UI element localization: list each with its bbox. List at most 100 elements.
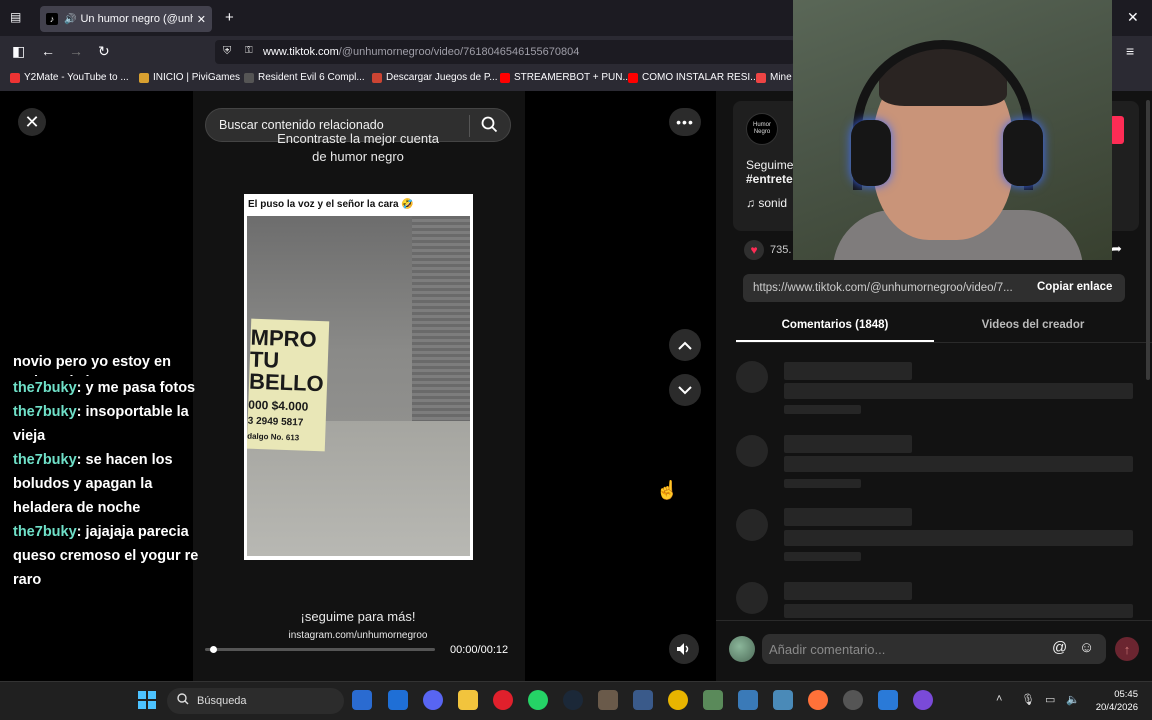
search-placeholder: Buscar contenido relacionado	[219, 118, 384, 132]
shield-icon: ⛨	[223, 45, 232, 57]
video-caption-top: Encontraste la mejor cuenta	[277, 131, 439, 146]
skeleton-line	[784, 456, 1133, 472]
volume-button[interactable]	[669, 634, 699, 664]
bookmark-label: Resident Evil 6 Compl...	[258, 72, 365, 83]
speaker-icon[interactable]: 🔈	[1066, 693, 1080, 706]
app-icon[interactable]	[598, 690, 618, 710]
search-icon[interactable]	[481, 116, 498, 136]
tab-comments[interactable]: Comentarios (1848)	[736, 319, 934, 331]
more-options-button[interactable]: •••	[669, 108, 701, 136]
chat-text: : y me pasa fotos	[76, 380, 196, 396]
headset-earcup	[851, 120, 891, 186]
sound-link[interactable]: ♫ sonid	[746, 196, 787, 210]
steam-icon[interactable]	[563, 690, 583, 710]
tab-creator-videos[interactable]: Videos del creador	[934, 319, 1132, 331]
description-hashtag[interactable]: #entreter	[746, 172, 797, 186]
mention-icon[interactable]: @	[1052, 639, 1067, 656]
chat-user: the7buky	[13, 404, 77, 420]
user-avatar[interactable]	[729, 636, 755, 662]
bookmark-icon	[244, 72, 254, 83]
app-icon[interactable]	[738, 690, 758, 710]
app-icon[interactable]	[633, 690, 653, 710]
app-icon[interactable]	[913, 690, 933, 710]
bookmark-item[interactable]: COMO INSTALAR RESI...	[628, 72, 759, 83]
bookmark-icon	[139, 72, 149, 83]
send-comment-button[interactable]: ↑	[1115, 637, 1139, 661]
skeleton-line	[784, 604, 1133, 618]
bookmark-item[interactable]: Mine	[756, 72, 792, 83]
like-button[interactable]: ♥ 735.	[744, 240, 791, 260]
follow-button[interactable]	[1110, 116, 1124, 144]
new-tab-button[interactable]: +	[225, 9, 234, 26]
store-icon[interactable]	[352, 690, 372, 710]
windows-start-icon[interactable]	[138, 691, 156, 709]
progress-knob[interactable]	[209, 646, 217, 653]
creator-avatar[interactable]: Humor Negro	[746, 113, 778, 145]
shutter	[412, 216, 470, 421]
bookmark-item[interactable]: Y2Mate - YouTube to ...	[10, 72, 129, 83]
network-icon[interactable]: ▭	[1045, 693, 1055, 706]
video-progress-bar[interactable]	[205, 646, 435, 653]
app-icon[interactable]	[668, 690, 688, 710]
video-clip[interactable]: El puso la voz y el señor la cara 🤣 MPRO…	[244, 194, 473, 560]
poster-text: BELLO	[248, 368, 325, 397]
app-icon[interactable]	[843, 690, 863, 710]
previous-video-button[interactable]	[669, 329, 701, 361]
outlook-icon[interactable]	[388, 690, 408, 710]
chat-user: the7buky	[13, 524, 77, 540]
forward-button[interactable]: →	[69, 43, 83, 59]
sidebar-icon[interactable]: ◧	[12, 43, 25, 60]
bookmark-label: COMO INSTALAR RESI...	[642, 72, 759, 83]
bookmark-label: Descargar Juegos de P...	[386, 72, 498, 83]
description-line: Seguime	[746, 158, 794, 172]
bookmark-item[interactable]: Descargar Juegos de P...	[372, 72, 498, 83]
share-arrow-icon[interactable]: ➦	[1111, 241, 1122, 257]
bookmark-label: Y2Mate - YouTube to ...	[24, 72, 129, 83]
app-icon[interactable]	[878, 690, 898, 710]
panel-scrollbar[interactable]	[1146, 100, 1150, 380]
menu-icon[interactable]: ≡	[1126, 43, 1134, 59]
discord-icon[interactable]	[423, 690, 443, 710]
chat-message: the7buky: y me pasa fotos	[13, 376, 203, 400]
active-tab-indicator	[736, 340, 934, 342]
poster-text: dalgo No. 613	[247, 431, 300, 443]
back-button[interactable]: ←	[41, 43, 55, 59]
video-bottom-text: ¡seguime para más!	[300, 609, 416, 624]
video-bottom-link: instagram.com/unhumornegroo	[288, 630, 428, 641]
taskbar-search[interactable]: Búsqueda	[167, 688, 344, 714]
reload-button[interactable]: ↻	[98, 43, 110, 60]
copy-link-button[interactable]: Copiar enlace	[1037, 281, 1112, 293]
app-icon[interactable]	[773, 690, 793, 710]
speaker-icon: 🔊	[64, 13, 77, 25]
comment-input[interactable]: Añadir comentario... @ ☺	[762, 634, 1106, 664]
comment-tabs: Comentarios (1848) Videos del creador	[736, 313, 1152, 343]
skeleton-line	[784, 582, 912, 600]
microphone-icon[interactable]: 🎙	[1021, 693, 1035, 706]
browser-tab[interactable]: ♪ 🔊 Un humor negro (@unhum ✕	[40, 6, 212, 32]
file-explorer-icon[interactable]	[458, 690, 478, 710]
next-video-button[interactable]	[669, 374, 701, 406]
bookmark-item[interactable]: Resident Evil 6 Compl...	[244, 72, 365, 83]
firefox-icon[interactable]	[808, 690, 828, 710]
tab-list-icon[interactable]: ▤	[10, 10, 21, 24]
chat-message: the7buky: insoportable la vieja	[13, 400, 203, 448]
app-icon[interactable]	[703, 690, 723, 710]
skeleton-line	[784, 383, 1133, 399]
window-close-icon[interactable]: ✕	[1127, 9, 1139, 26]
taskbar-clock[interactable]: 05:45 20/4/2026	[1088, 688, 1138, 714]
whatsapp-icon[interactable]	[528, 690, 548, 710]
bookmark-item[interactable]: STREAMERBOT + PUN...	[500, 72, 631, 83]
bookmark-item[interactable]: INICIO | PiviGames	[139, 72, 240, 83]
close-tab-icon[interactable]: ✕	[197, 13, 206, 26]
chevron-up-icon[interactable]: ˄	[996, 693, 1002, 705]
close-video-button[interactable]: ✕	[18, 108, 46, 136]
url-bar[interactable]: ⛨ ⚿ www.tiktok.com /@unhumornegroo/video…	[215, 40, 795, 64]
youtube-icon	[628, 72, 638, 83]
chat-message: the7buky: jajajaja parecia queso cremoso…	[13, 520, 203, 592]
chat-user: the7buky	[13, 452, 77, 468]
opera-icon[interactable]	[493, 690, 513, 710]
emoji-icon[interactable]: ☺	[1079, 639, 1094, 656]
lock-icon: ⚿	[245, 45, 253, 56]
skeleton-line	[784, 508, 912, 526]
skeleton-avatar	[736, 582, 768, 614]
